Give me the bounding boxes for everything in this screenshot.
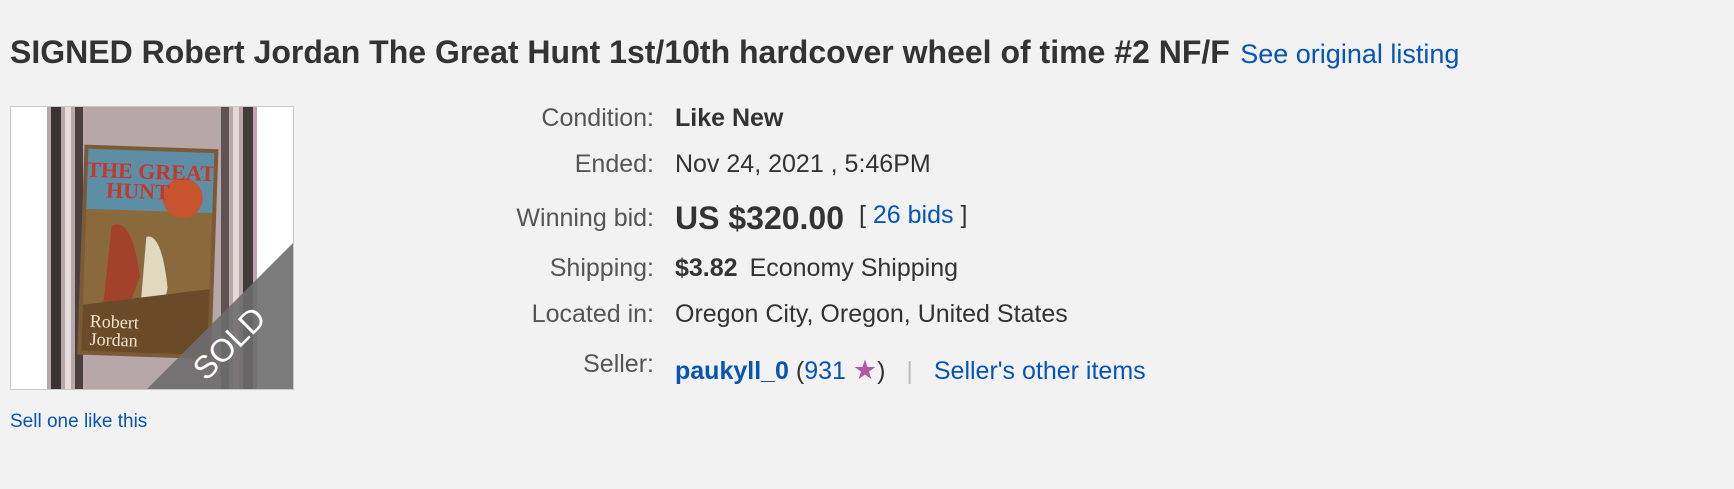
ended-label: Ended: (574, 150, 654, 178)
location-label: Located in: (531, 300, 654, 328)
feedback-paren-close: ) (877, 357, 886, 385)
condition-label: Condition: (541, 104, 654, 132)
feedback-paren-open: ( (795, 357, 805, 385)
shipping-value: $3.82 Economy Shipping (675, 254, 958, 283)
ended-value: Nov 24, 2021 , 5:46PM (675, 150, 931, 178)
winning-bid-row: Winning bid: US $320.00 [ 26 bids ] (0, 200, 1200, 240)
winning-bid-value: US $320.00 [ 26 bids ] (675, 200, 967, 237)
listing-title: SIGNED Robert Jordan The Great Hunt 1st/… (10, 34, 1230, 70)
shipping-row: Shipping: $3.82 Economy Shipping (0, 254, 1200, 294)
winning-bid-label: Winning bid: (516, 204, 654, 232)
seller-label: Seller: (583, 350, 654, 378)
seller-name-link[interactable]: paukyll_0 (675, 357, 789, 385)
condition-row: Condition: Like New (0, 104, 1200, 144)
title-row: SIGNED Robert Jordan The Great Hunt 1st/… (10, 34, 1459, 71)
listing-page: SIGNED Robert Jordan The Great Hunt 1st/… (0, 0, 1734, 489)
seller-value: paukyll_0 (931 ★) | Seller's other items (675, 355, 1146, 386)
ended-row: Ended: Nov 24, 2021 , 5:46PM (0, 150, 1200, 190)
bids-link[interactable]: 26 bids (873, 201, 954, 229)
bids-count: [ 26 bids ] (859, 201, 967, 229)
item-thumbnail[interactable]: THE GREAT HUNT Robert Jordan SOLD (10, 106, 294, 390)
location-value: Oregon City, Oregon, United States (675, 300, 1068, 328)
shipping-method: Economy Shipping (749, 254, 959, 282)
condition-value: Like New (675, 104, 784, 132)
sell-one-like-this-link[interactable]: Sell one like this (10, 411, 147, 433)
bids-bracket-open: [ (858, 201, 866, 229)
seller-row: Seller: paukyll_0 (931 ★) | Seller's oth… (0, 350, 1200, 390)
purple-star-icon: ★ (852, 355, 878, 385)
bids-bracket-close: ] (960, 201, 968, 229)
winning-bid-price: US $320.00 (675, 200, 845, 236)
feedback-score-link[interactable]: 931 (804, 357, 846, 385)
sellers-other-items-link[interactable]: Seller's other items (934, 357, 1146, 385)
shipping-label: Shipping: (549, 254, 654, 282)
see-original-listing-link[interactable]: See original listing (1240, 39, 1459, 69)
separator: | (906, 357, 913, 385)
location-row: Located in: Oregon City, Oregon, United … (0, 300, 1200, 340)
shipping-price: $3.82 (675, 254, 738, 282)
